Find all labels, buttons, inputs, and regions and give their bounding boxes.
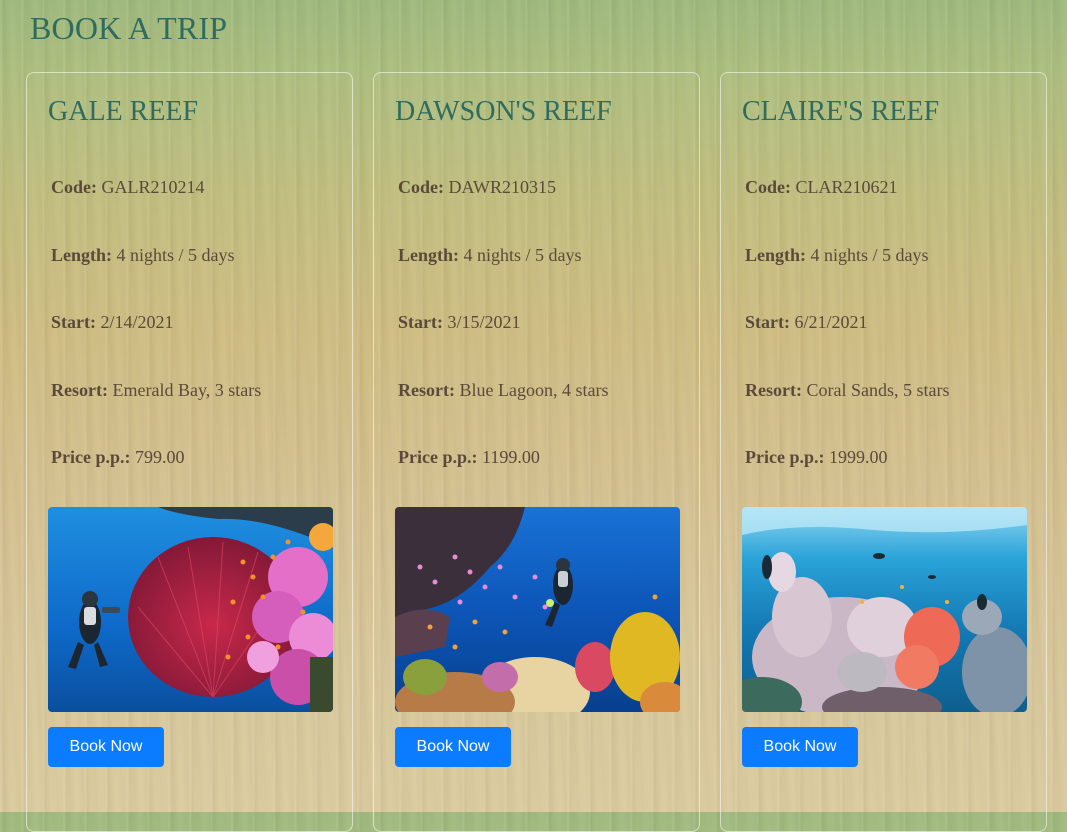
resort-label: Resort: — [745, 380, 802, 400]
trip-price: Price p.p.: 1999.00 — [745, 446, 887, 468]
trip-start: Start: 2/14/2021 — [51, 311, 174, 333]
trip-start: Start: 3/15/2021 — [398, 311, 521, 333]
trip-length: Length: 4 nights / 5 days — [398, 244, 582, 266]
price-label: Price p.p.: — [51, 447, 131, 467]
length-value: 4 nights / 5 days — [463, 245, 582, 265]
start-value: 6/21/2021 — [794, 312, 868, 332]
start-label: Start: — [51, 312, 96, 332]
trip-price: Price p.p.: 1199.00 — [398, 446, 540, 468]
reef-photo — [742, 507, 1027, 712]
book-now-button[interactable]: Book Now — [48, 727, 164, 767]
length-value: 4 nights / 5 days — [116, 245, 235, 265]
trip-code: Code: CLAR210621 — [745, 176, 898, 198]
code-label: Code: — [398, 177, 444, 197]
trip-length: Length: 4 nights / 5 days — [51, 244, 235, 266]
start-label: Start: — [745, 312, 790, 332]
trip-code: Code: GALR210214 — [51, 176, 205, 198]
start-value: 2/14/2021 — [100, 312, 174, 332]
code-label: Code: — [745, 177, 791, 197]
trip-card: CLAIRE'S REEF Code: CLAR210621 Length: 4… — [720, 72, 1047, 832]
length-label: Length: — [745, 245, 807, 265]
trip-card-list: GALE REEF Code: GALR210214 Length: 4 nig… — [26, 72, 1048, 832]
resort-label: Resort: — [398, 380, 455, 400]
price-value: 1999.00 — [828, 447, 888, 467]
code-value: DAWR210315 — [448, 177, 557, 197]
trip-card: DAWSON'S REEF Code: DAWR210315 Length: 4… — [373, 72, 700, 832]
trip-resort: Resort: Emerald Bay, 3 stars — [51, 379, 261, 401]
trip-card: GALE REEF Code: GALR210214 Length: 4 nig… — [26, 72, 353, 832]
book-now-button[interactable]: Book Now — [742, 727, 858, 767]
trip-name: CLAIRE'S REEF — [742, 96, 940, 127]
trip-length: Length: 4 nights / 5 days — [745, 244, 929, 266]
code-value: CLAR210621 — [795, 177, 898, 197]
price-label: Price p.p.: — [398, 447, 478, 467]
length-value: 4 nights / 5 days — [810, 245, 929, 265]
trip-resort: Resort: Coral Sands, 5 stars — [745, 379, 949, 401]
trip-price: Price p.p.: 799.00 — [51, 446, 184, 468]
trip-code: Code: DAWR210315 — [398, 176, 556, 198]
resort-label: Resort: — [51, 380, 108, 400]
price-value: 799.00 — [134, 447, 185, 467]
book-now-button[interactable]: Book Now — [395, 727, 511, 767]
code-value: GALR210214 — [101, 177, 205, 197]
page-title: BOOK A TRIP — [30, 10, 228, 46]
reef-photo — [48, 507, 333, 712]
price-value: 1199.00 — [481, 447, 540, 467]
reef-photo — [395, 507, 680, 712]
trip-name: GALE REEF — [48, 96, 199, 127]
length-label: Length: — [51, 245, 113, 265]
trip-resort: Resort: Blue Lagoon, 4 stars — [398, 379, 608, 401]
code-label: Code: — [51, 177, 97, 197]
price-label: Price p.p.: — [745, 447, 825, 467]
trip-start: Start: 6/21/2021 — [745, 311, 868, 333]
start-value: 3/15/2021 — [447, 312, 521, 332]
length-label: Length: — [398, 245, 460, 265]
resort-value: Coral Sands, 5 stars — [806, 380, 950, 400]
trip-name: DAWSON'S REEF — [395, 96, 612, 127]
resort-value: Blue Lagoon, 4 stars — [459, 380, 609, 400]
resort-value: Emerald Bay, 3 stars — [112, 380, 262, 400]
start-label: Start: — [398, 312, 443, 332]
